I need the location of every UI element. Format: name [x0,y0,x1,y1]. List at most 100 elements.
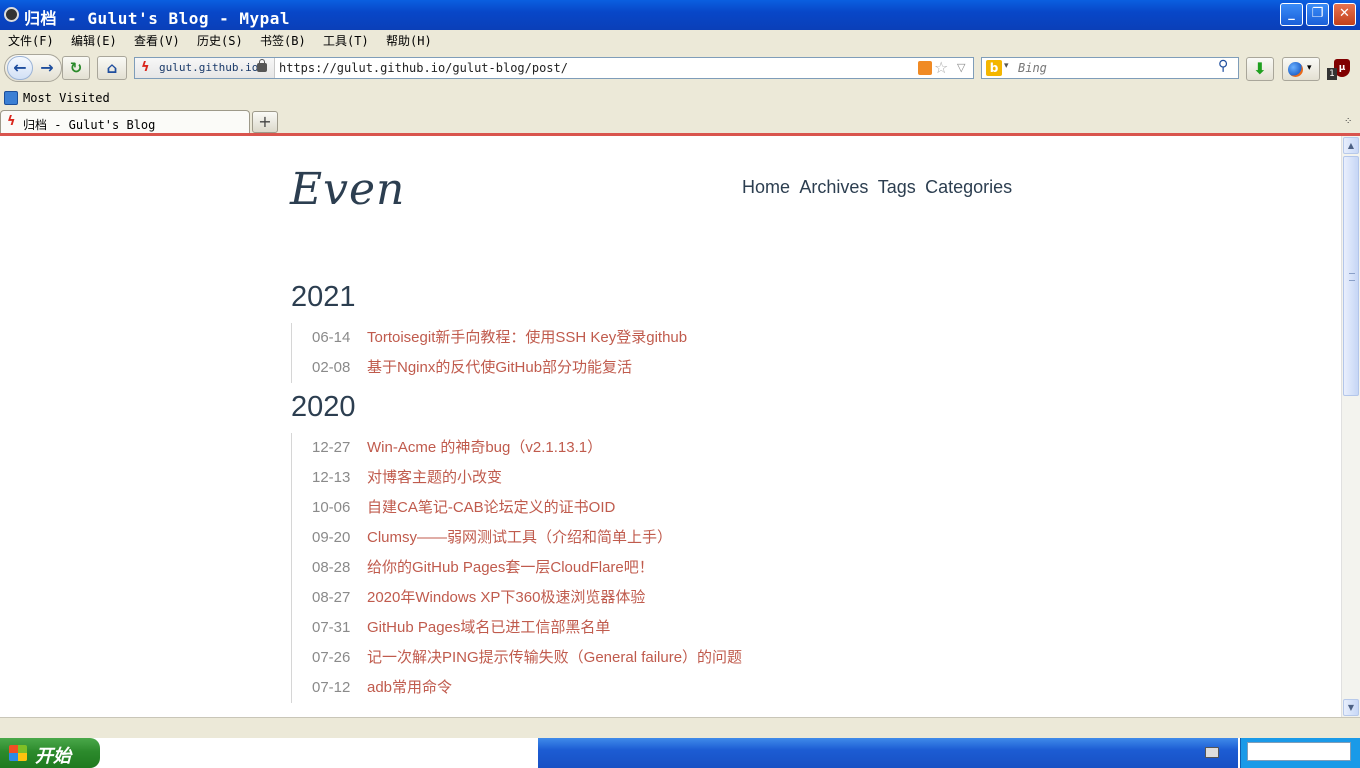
post-date: 07-31 [312,619,351,636]
status-bar [0,717,1360,738]
post-link[interactable]: 2020年Windows XP下360极速浏览器体验 [367,589,645,606]
post-date: 12-13 [312,469,351,486]
engine-dropdown-icon[interactable]: ▾ [1004,61,1009,71]
list-item: 07-26 记一次解决PING提示传输失败（General failure）的问题 [292,643,1051,673]
keyboard-icon[interactable] [1205,747,1219,758]
post-date: 12-27 [312,439,351,456]
search-input[interactable]: Bing [1018,61,1047,75]
post-link[interactable]: adb常用命令 [367,679,452,696]
flash-icon: ϟ [141,60,150,75]
browser-logo-icon [1288,62,1303,77]
site-identity-button[interactable]: ϟ gulut.github.io [135,58,275,78]
tab-title: 归档 - Gulut's Blog [23,118,156,132]
back-button[interactable]: ← [7,56,33,80]
post-link[interactable]: Win-Acme 的神奇bug（v2.1.13.1） [367,439,602,456]
post-list: 06-14 Tortoisegit新手向教程：使用SSH Key登录github … [291,323,1051,383]
search-bar[interactable]: b ▾ Bing ⚲ [981,57,1239,79]
menu-edit[interactable]: 编辑(E) [71,32,117,49]
menu-help[interactable]: 帮助(H) [386,32,432,49]
post-link[interactable]: 给你的GitHub Pages套一层CloudFlare吧！ [367,559,654,576]
post-date: 08-27 [312,589,351,606]
menu-file[interactable]: 文件(F) [8,32,54,49]
url-dropdown-icon[interactable]: ▽ [957,61,965,74]
menu-bookmarks[interactable]: 书签(B) [260,32,306,49]
list-item: 07-12 adb常用命令 [292,673,1051,703]
tray-input-box[interactable] [1247,742,1351,761]
post-date: 08-28 [312,559,351,576]
list-item: 08-28 给你的GitHub Pages套一层CloudFlare吧！ [292,553,1051,583]
bookmark-star-icon[interactable]: ☆ [934,58,948,77]
scroll-up-icon[interactable]: ▲ [1343,137,1359,154]
site-logo[interactable]: Even [290,164,405,215]
post-date: 07-26 [312,649,351,666]
forward-button[interactable]: → [36,57,58,79]
maximize-button[interactable]: ❐ [1306,3,1329,26]
mypal-app-icon[interactable] [4,7,19,22]
post-link[interactable]: Clumsy——弱网测试工具（介绍和简单上手） [367,529,672,546]
minimize-button[interactable]: _ [1280,3,1303,26]
bookmarks-toolbar: Most Visited [0,88,1360,108]
nav-home[interactable]: Home [742,177,790,198]
bing-engine-icon[interactable]: b [986,60,1002,76]
identity-host: gulut.github.io [159,61,259,74]
back-forward-group: ← → [4,54,62,82]
post-link[interactable]: 记一次解决PING提示传输失败（General failure）的问题 [367,649,742,666]
reload-button[interactable]: ↻ [62,56,90,80]
list-item: 09-20 Clumsy——弱网测试工具（介绍和简单上手） [292,523,1051,553]
post-date: 10-06 [312,499,351,516]
post-date: 06-14 [312,329,351,346]
post-link[interactable]: 对博客主题的小改变 [367,469,502,486]
scrollbar-thumb[interactable] [1343,156,1359,396]
post-link[interactable]: 基于Nginx的反代使GitHub部分功能复活 [367,359,632,376]
rss-icon[interactable] [918,61,932,75]
browser-menu-button[interactable]: ▾ [1282,57,1320,81]
new-tab-button[interactable]: + [252,111,278,133]
scroll-down-icon[interactable]: ▼ [1343,699,1359,716]
menu-tools[interactable]: 工具(T) [323,32,369,49]
windows-taskbar: 开始 [0,738,1360,768]
menubar: 文件(F) 编辑(E) 查看(V) 历史(S) 书签(B) 工具(T) 帮助(H… [0,30,1360,50]
ublock-count-badge: 1 [1327,68,1337,80]
tab-archive[interactable]: ϟ 归档 - Gulut's Blog [0,110,250,134]
archive-list: 2021 06-14 Tortoisegit新手向教程：使用SSH Key登录gi… [291,279,1051,709]
window-titlebar: 归档 - Gulut's Blog - Mypal _ ❐ ✕ [0,0,1360,30]
flash-icon: ϟ [7,114,16,129]
windows-logo-icon [9,745,27,761]
list-item: 06-14 Tortoisegit新手向教程：使用SSH Key登录github [292,323,1051,353]
list-item: 08-27 2020年Windows XP下360极速浏览器体验 [292,583,1051,613]
url-bar[interactable]: ϟ gulut.github.io https://gulut.github.i… [134,57,974,79]
nav-categories[interactable]: Categories [925,177,1012,198]
close-button[interactable]: ✕ [1333,3,1356,26]
bookmark-most-visited[interactable]: Most Visited [23,91,110,105]
home-button[interactable]: ⌂ [97,56,127,80]
tray-area [1240,738,1360,768]
search-icon[interactable]: ⚲ [1218,58,1228,74]
year-heading: 2021 [291,281,356,313]
list-item: 07-31 GitHub Pages域名已进工信部黑名单 [292,613,1051,643]
chevron-down-icon: ▾ [1307,63,1312,73]
url-input[interactable]: https://gulut.github.io/gulut-blog/post/ [279,61,568,75]
nav-archives[interactable]: Archives [799,177,868,198]
list-item: 12-13 对博客主题的小改变 [292,463,1051,493]
post-link[interactable]: Tortoisegit新手向教程：使用SSH Key登录github [367,329,687,346]
lock-icon [257,59,267,72]
bookmark-folder-icon [4,91,18,105]
downloads-button[interactable]: ⬇ [1246,57,1274,81]
menu-history[interactable]: 历史(S) [197,32,243,49]
vertical-scrollbar[interactable]: ▲ ▼ [1341,136,1360,717]
scrollbar-grip [1349,273,1355,281]
taskbar-band [538,738,1238,768]
ublock-button[interactable]: μ 1 [1327,58,1353,82]
post-link[interactable]: 自建CA笔记-CAB论坛定义的证书OID [367,499,615,516]
nav-tags[interactable]: Tags [878,177,916,198]
page-content: Even Home Archives Tags Categories 2021 … [0,136,1341,717]
post-link[interactable]: GitHub Pages域名已进工信部黑名单 [367,619,610,636]
list-item: 10-06 自建CA笔记-CAB论坛定义的证书OID [292,493,1051,523]
post-date: 02-08 [312,359,351,376]
start-button[interactable]: 开始 [0,738,100,768]
start-label: 开始 [35,746,71,767]
year-heading: 2020 [291,391,356,423]
menu-view[interactable]: 查看(V) [134,32,180,49]
window-title: 归档 - Gulut's Blog - Mypal [24,9,291,28]
tab-list-icon[interactable]: ⁘ [1344,116,1352,127]
